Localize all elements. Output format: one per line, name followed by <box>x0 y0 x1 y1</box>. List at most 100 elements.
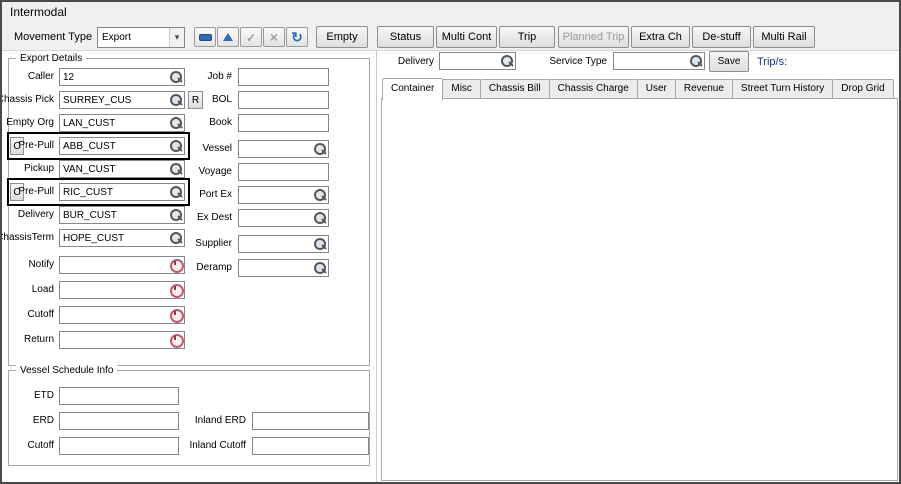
tab-chassis-charge[interactable]: Chassis Charge <box>549 79 638 98</box>
bol-input[interactable] <box>239 92 327 108</box>
lookup-icon[interactable] <box>500 54 514 68</box>
inland-erd-input[interactable] <box>253 413 367 429</box>
chassis-term-field[interactable] <box>59 229 185 247</box>
datetime-icon[interactable] <box>169 308 183 322</box>
lookup-icon[interactable] <box>313 261 327 275</box>
pre-pull-field-1[interactable] <box>59 137 185 155</box>
trip-button[interactable]: Trip <box>499 26 555 48</box>
supplier-input[interactable] <box>239 236 313 252</box>
status-button[interactable]: Status <box>377 26 434 48</box>
tab-street-turn-history[interactable]: Street Turn History <box>732 79 833 98</box>
cutoff-field[interactable] <box>59 306 185 324</box>
lookup-icon[interactable] <box>169 185 183 199</box>
up-arrow-button[interactable] <box>217 27 239 47</box>
lookup-icon[interactable] <box>169 70 183 84</box>
movement-type-select[interactable]: Export <box>97 27 185 48</box>
etd-input[interactable] <box>60 388 177 404</box>
job-number-field[interactable] <box>238 68 329 86</box>
tab-container[interactable]: Container <box>382 78 443 100</box>
pickup-field[interactable] <box>59 160 185 178</box>
lookup-icon[interactable] <box>313 142 327 156</box>
ex-dest-field[interactable] <box>238 209 329 227</box>
de-stuff-button[interactable]: De-stuff <box>692 26 751 48</box>
refresh-button[interactable] <box>286 27 308 47</box>
etd-field[interactable] <box>59 387 179 405</box>
bol-field[interactable] <box>238 91 329 109</box>
voyage-input[interactable] <box>239 164 327 180</box>
lookup-icon[interactable] <box>169 231 183 245</box>
cutoff-input[interactable] <box>60 307 169 323</box>
book-field[interactable] <box>238 114 329 132</box>
load-field[interactable] <box>59 281 185 299</box>
vessel-input[interactable] <box>239 141 313 157</box>
return-field[interactable] <box>59 331 185 349</box>
lookup-icon[interactable] <box>313 188 327 202</box>
lookup-icon[interactable] <box>689 54 703 68</box>
job-number-input[interactable] <box>239 69 327 85</box>
multi-cont-button[interactable]: Multi Cont <box>436 26 497 48</box>
tab-revenue[interactable]: Revenue <box>675 79 733 98</box>
empty-org-label: Empty Org <box>6 114 54 132</box>
tab-chassis-bill[interactable]: Chassis Bill <box>480 79 550 98</box>
datetime-icon[interactable] <box>169 258 183 272</box>
delivery-field[interactable] <box>59 206 185 224</box>
extra-ch-button[interactable]: Extra Ch <box>631 26 690 48</box>
notify-input[interactable] <box>60 257 169 273</box>
multi-rail-button[interactable]: Multi Rail <box>753 26 815 48</box>
vessel-field[interactable] <box>238 140 329 158</box>
lookup-icon[interactable] <box>169 116 183 130</box>
pre-pull-input-1[interactable] <box>60 138 169 154</box>
notify-field[interactable] <box>59 256 185 274</box>
tab-user[interactable]: User <box>637 79 676 98</box>
lookup-icon[interactable] <box>169 139 183 153</box>
deramp-input[interactable] <box>239 260 313 276</box>
blue-bar-button[interactable] <box>194 27 216 47</box>
pre-pull-field-2[interactable] <box>59 183 185 201</box>
load-input[interactable] <box>60 282 169 298</box>
ex-dest-label: Ex Dest <box>197 209 232 227</box>
save-button[interactable]: Save <box>709 51 749 72</box>
ex-dest-input[interactable] <box>239 210 313 226</box>
intermodal-window: Intermodal Movement Type Export Empty St… <box>0 0 901 484</box>
vs-cutoff-input[interactable] <box>60 438 177 454</box>
empty-org-input[interactable] <box>60 115 169 131</box>
lookup-icon[interactable] <box>169 162 183 176</box>
erd-input[interactable] <box>60 413 177 429</box>
pre-pull-input-2[interactable] <box>60 184 169 200</box>
chassis-pick-input[interactable] <box>60 92 169 108</box>
inland-cutoff-field[interactable] <box>252 437 369 455</box>
port-ex-input[interactable] <box>239 187 313 203</box>
voyage-field[interactable] <box>238 163 329 181</box>
empty-org-field[interactable] <box>59 114 185 132</box>
datetime-icon[interactable] <box>169 333 183 347</box>
inland-erd-field[interactable] <box>252 412 369 430</box>
tab-drop-grid[interactable]: Drop Grid <box>832 79 893 98</box>
delivery-header-input[interactable] <box>440 53 500 69</box>
supplier-field[interactable] <box>238 235 329 253</box>
lookup-icon[interactable] <box>313 237 327 251</box>
service-type-input[interactable] <box>614 53 689 69</box>
inland-cutoff-input[interactable] <box>253 438 367 454</box>
chassis-term-input[interactable] <box>60 230 169 246</box>
chassis-pick-r-button[interactable]: R <box>188 91 203 109</box>
caller-input[interactable] <box>60 69 169 85</box>
vs-cutoff-field[interactable] <box>59 437 179 455</box>
deramp-field[interactable] <box>238 259 329 277</box>
return-input[interactable] <box>60 332 169 348</box>
pickup-input[interactable] <box>60 161 169 177</box>
lookup-icon[interactable] <box>169 208 183 222</box>
tab-misc[interactable]: Misc <box>442 79 481 98</box>
lookup-icon[interactable] <box>313 211 327 225</box>
empty-button[interactable]: Empty <box>316 26 368 48</box>
erd-field[interactable] <box>59 412 179 430</box>
chassis-pick-field[interactable] <box>59 91 185 109</box>
delivery-header-field[interactable] <box>439 52 516 70</box>
port-ex-field[interactable] <box>238 186 329 204</box>
service-type-field[interactable] <box>613 52 705 70</box>
book-input[interactable] <box>239 115 327 131</box>
lookup-icon[interactable] <box>169 93 183 107</box>
caller-field[interactable] <box>59 68 185 86</box>
delivery-input[interactable] <box>60 207 169 223</box>
datetime-icon[interactable] <box>169 283 183 297</box>
chevron-down-icon[interactable] <box>169 28 184 47</box>
